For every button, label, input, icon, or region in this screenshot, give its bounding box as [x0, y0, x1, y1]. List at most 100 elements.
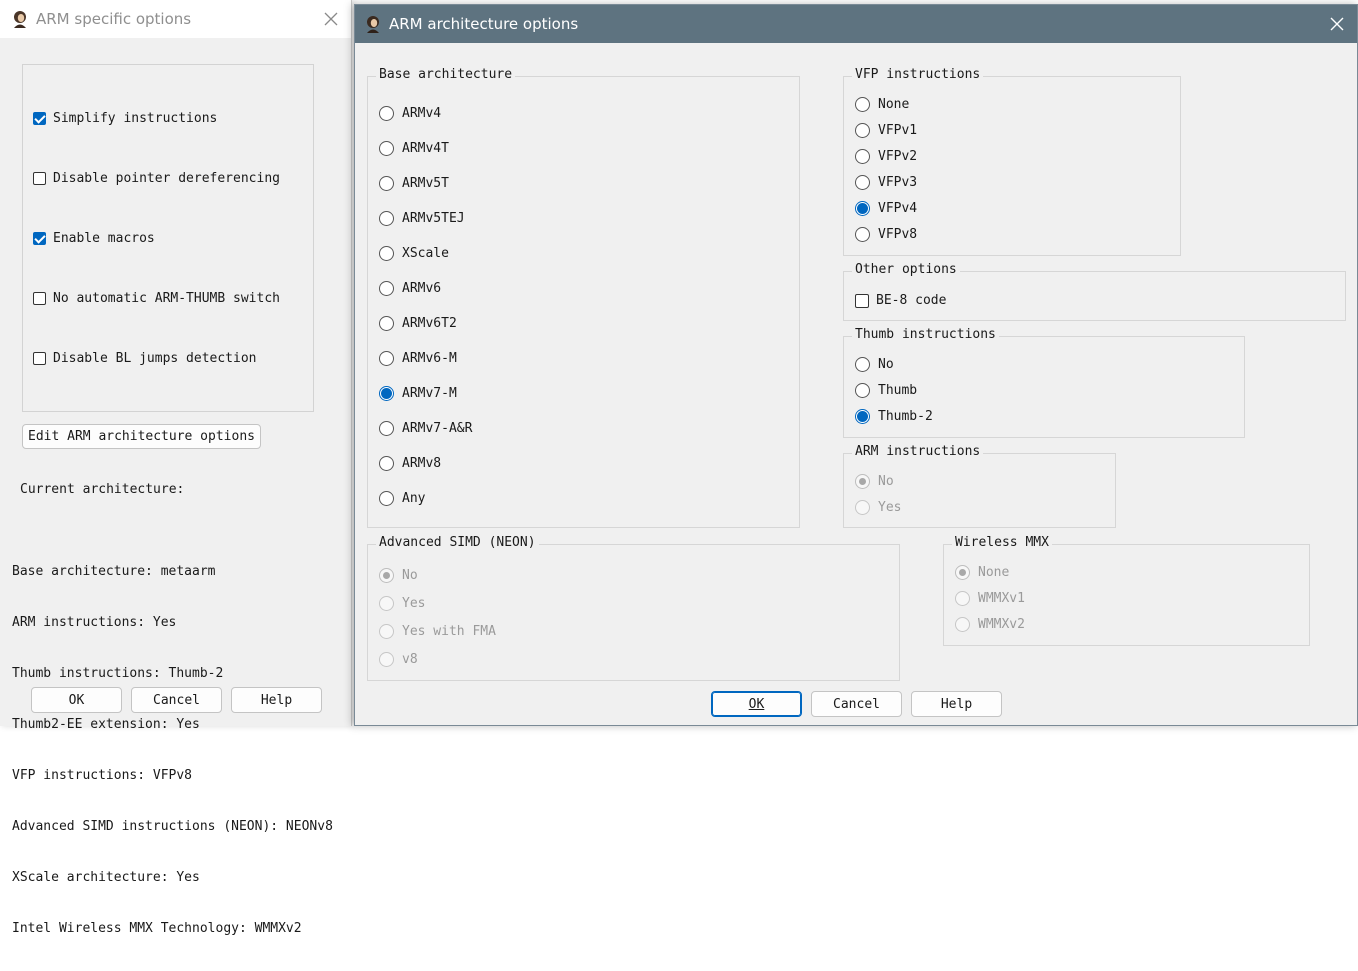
- radio-circle: [379, 624, 394, 639]
- left-dialog-title: ARM specific options: [36, 10, 192, 28]
- radio-simd-yes-fma: Yes with FMA: [379, 624, 496, 639]
- checkbox-box[interactable]: [33, 112, 46, 125]
- radio-label: ARMv6T2: [402, 316, 457, 331]
- left-title-bar[interactable]: ARM specific options: [0, 0, 351, 38]
- disable-bl-jumps-detection-checkbox[interactable]: Disable BL jumps detection: [33, 351, 257, 366]
- radio-circle[interactable]: [855, 97, 870, 112]
- right-help-button[interactable]: Help: [911, 691, 1002, 717]
- radio-label: VFPv4: [878, 201, 918, 216]
- radio-vfp-none[interactable]: None: [855, 97, 909, 112]
- radio-vfpv4[interactable]: VFPv4: [855, 201, 917, 216]
- group-title: VFP instructions: [852, 67, 984, 82]
- radio-armv5tej[interactable]: ARMv5TEJ: [379, 211, 465, 226]
- radio-vfpv8[interactable]: VFPv8: [855, 227, 917, 242]
- radio-armv5t[interactable]: ARMv5T: [379, 176, 449, 191]
- radio-circle[interactable]: [379, 316, 394, 331]
- radio-label: Thumb: [878, 383, 918, 398]
- radio-circle[interactable]: [379, 491, 394, 506]
- radio-circle[interactable]: [379, 141, 394, 156]
- checkbox-box[interactable]: [33, 352, 46, 365]
- group-title: Thumb instructions: [852, 327, 999, 342]
- summary-line: Advanced SIMD instructions (NEON): NEONv…: [12, 819, 333, 834]
- radio-label: VFPv1: [878, 123, 918, 138]
- close-icon[interactable]: [321, 9, 341, 29]
- radio-label: ARMv5TEJ: [402, 211, 465, 226]
- radio-circle[interactable]: [379, 246, 394, 261]
- right-ok-button[interactable]: OK: [711, 691, 802, 717]
- radio-circle[interactable]: [379, 351, 394, 366]
- checkbox-box[interactable]: [855, 293, 869, 308]
- radio-armv6-m[interactable]: ARMv6-M: [379, 351, 457, 366]
- radio-circle[interactable]: [379, 281, 394, 296]
- radio-thumb-no[interactable]: No: [855, 357, 894, 372]
- radio-armv8[interactable]: ARMv8: [379, 456, 441, 471]
- edit-arm-architecture-options-button[interactable]: Edit ARM architecture options: [22, 424, 261, 449]
- enable-macros-checkbox[interactable]: Enable macros: [33, 231, 155, 246]
- radio-label: VFPv8: [878, 227, 918, 242]
- radio-simd-yes: Yes: [379, 596, 425, 611]
- radio-circle[interactable]: [855, 175, 870, 190]
- architecture-summary: Base architecture: metaarm ARM instructi…: [12, 529, 333, 971]
- disable-pointer-dereferencing-checkbox[interactable]: Disable pointer dereferencing: [33, 171, 280, 186]
- left-help-button[interactable]: Help: [231, 687, 322, 713]
- summary-line: ARM instructions: Yes: [12, 615, 177, 630]
- radio-armv6t2[interactable]: ARMv6T2: [379, 316, 457, 331]
- summary-line: Intel Wireless MMX Technology: WMMXv2: [12, 921, 302, 936]
- radio-armv7-m[interactable]: ARMv7-M: [379, 386, 457, 401]
- radio-wmmxv1: WMMXv1: [955, 591, 1025, 606]
- arm-architecture-options-dialog: ARM architecture options Base architectu…: [354, 4, 1358, 726]
- current-architecture-label: Current architecture:: [20, 482, 185, 497]
- group-title: Base architecture: [376, 67, 516, 82]
- radio-circle[interactable]: [855, 409, 870, 424]
- radio-circle[interactable]: [379, 456, 394, 471]
- radio-xscale[interactable]: XScale: [379, 246, 449, 261]
- vfp-instructions-group: VFP instructions None VFPv1 VFPv2 VFPv3 …: [843, 67, 1181, 256]
- simplify-instructions-checkbox[interactable]: Simplify instructions: [33, 111, 217, 126]
- close-icon[interactable]: [1327, 14, 1347, 34]
- radio-vfpv3[interactable]: VFPv3: [855, 175, 917, 190]
- radio-circle: [855, 500, 870, 515]
- checkbox-box[interactable]: [33, 232, 46, 245]
- summary-line: Base architecture: metaarm: [12, 564, 216, 579]
- radio-label: Any: [402, 491, 426, 506]
- base-architecture-group: Base architecture ARMv4 ARMv4T ARMv5T AR…: [367, 67, 800, 528]
- radio-label: ARMv6-M: [402, 351, 457, 366]
- radio-circle: [379, 652, 394, 667]
- right-title-bar[interactable]: ARM architecture options: [355, 5, 1357, 43]
- radio-label: No: [878, 474, 894, 489]
- radio-armv4[interactable]: ARMv4: [379, 106, 441, 121]
- right-cancel-button[interactable]: Cancel: [811, 691, 902, 717]
- radio-any[interactable]: Any: [379, 491, 425, 506]
- radio-circle[interactable]: [379, 421, 394, 436]
- radio-circle[interactable]: [379, 106, 394, 121]
- radio-armv6[interactable]: ARMv6: [379, 281, 441, 296]
- radio-circle: [955, 565, 970, 580]
- radio-circle[interactable]: [855, 227, 870, 242]
- be8-code-checkbox[interactable]: BE-8 code: [855, 293, 946, 308]
- left-cancel-button[interactable]: Cancel: [131, 687, 222, 713]
- radio-vfpv2[interactable]: VFPv2: [855, 149, 917, 164]
- radio-thumb-2[interactable]: Thumb-2: [855, 409, 933, 424]
- radio-thumb[interactable]: Thumb: [855, 383, 917, 398]
- left-ok-button[interactable]: OK: [31, 687, 122, 713]
- radio-circle[interactable]: [379, 176, 394, 191]
- radio-circle[interactable]: [855, 357, 870, 372]
- radio-armv4t[interactable]: ARMv4T: [379, 141, 449, 156]
- checkbox-box[interactable]: [33, 172, 46, 185]
- radio-label: VFPv3: [878, 175, 918, 190]
- radio-label: ARMv5T: [402, 176, 449, 191]
- radio-circle: [955, 591, 970, 606]
- radio-circle[interactable]: [379, 211, 394, 226]
- app-icon: [363, 14, 383, 34]
- summary-line: XScale architecture: Yes: [12, 870, 200, 885]
- checkbox-box[interactable]: [33, 292, 46, 305]
- no-auto-arm-thumb-switch-checkbox[interactable]: No automatic ARM-THUMB switch: [33, 291, 280, 306]
- radio-circle[interactable]: [855, 201, 870, 216]
- radio-circle[interactable]: [855, 383, 870, 398]
- radio-circle[interactable]: [855, 149, 870, 164]
- right-dialog-title: ARM architecture options: [389, 15, 579, 33]
- radio-armv7-ar[interactable]: ARMv7-A&R: [379, 421, 472, 436]
- radio-circle[interactable]: [855, 123, 870, 138]
- radio-vfpv1[interactable]: VFPv1: [855, 123, 917, 138]
- radio-circle[interactable]: [379, 386, 394, 401]
